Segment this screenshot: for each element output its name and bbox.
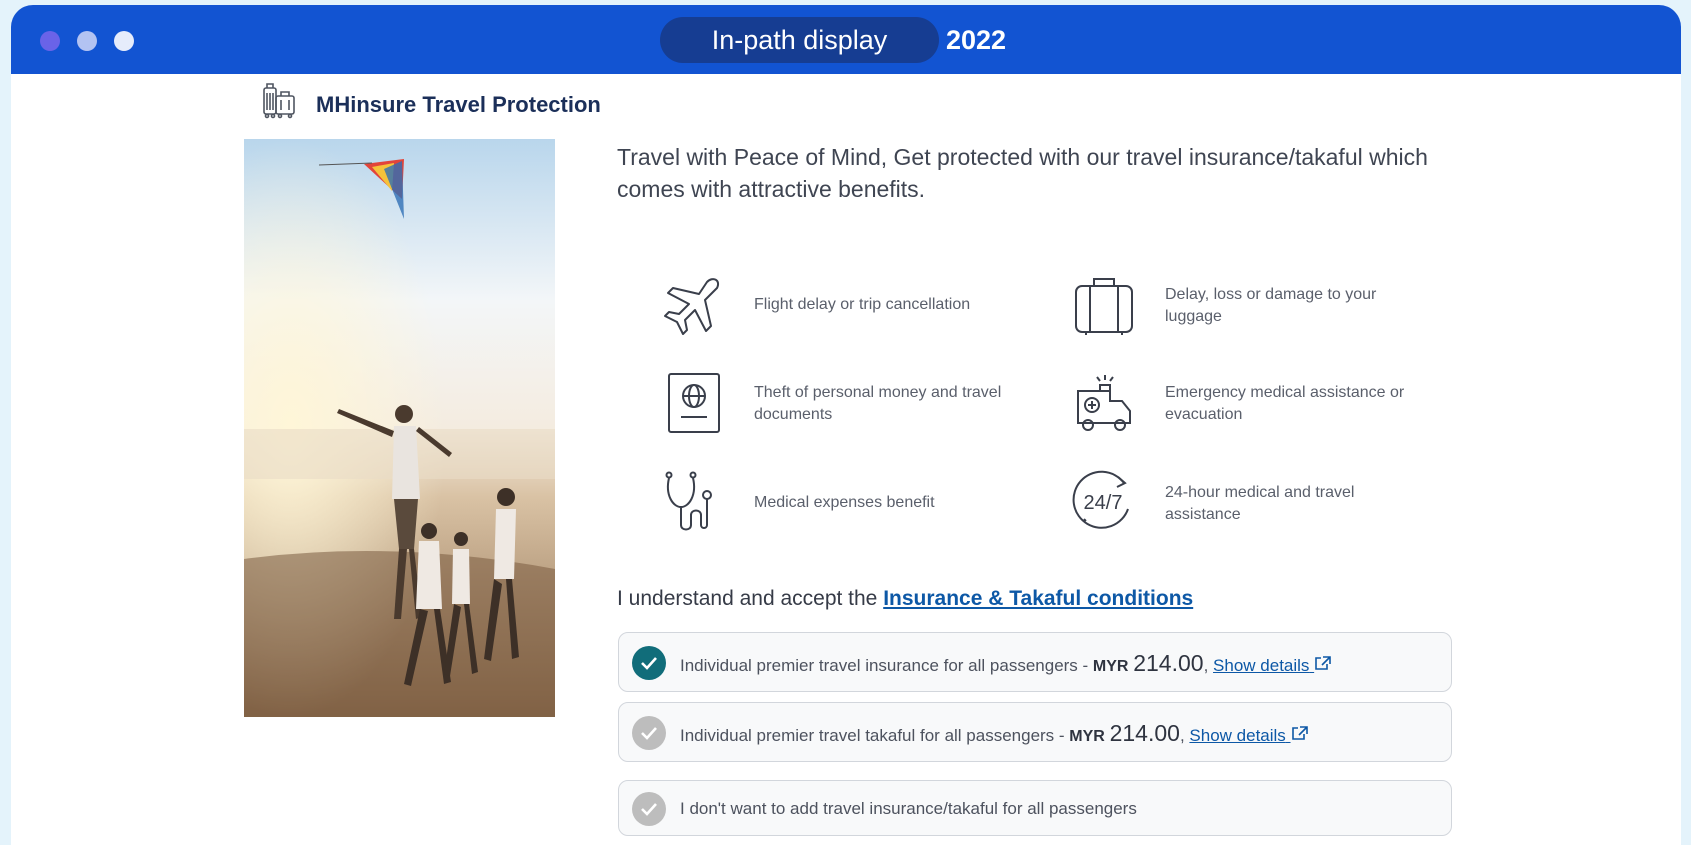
- benefit-text-medical: Medical expenses benefit: [754, 494, 935, 511]
- decline-option[interactable]: I don't want to add travel insurance/tak…: [618, 780, 1452, 836]
- option-label: Individual premier travel insurance for …: [680, 656, 1093, 675]
- brand-title: MHinsure Travel Protection: [316, 92, 601, 117]
- option-separator: ,: [1203, 656, 1214, 675]
- benefit-text-flight: Flight delay or trip cancellation: [754, 296, 971, 313]
- passport-icon: [668, 373, 720, 433]
- option-label: Individual premier travel takaful for al…: [680, 726, 1070, 745]
- option-currency: MYR: [1069, 728, 1105, 745]
- check-icon: [641, 803, 657, 816]
- option-amount: 214.00: [1109, 720, 1180, 746]
- browser-window: In-path display 2022 MHinsure Travel Pro…: [11, 5, 1681, 845]
- insurance-option[interactable]: Individual premier travel insurance for …: [618, 632, 1452, 692]
- title-bar: In-path display 2022: [11, 5, 1681, 74]
- conditions-link[interactable]: Insurance & Takaful conditions: [883, 587, 1193, 610]
- show-details-label: Show details: [1213, 656, 1310, 675]
- show-details-link[interactable]: Show details: [1213, 656, 1332, 675]
- header-title-pill: In-path display: [660, 17, 939, 63]
- radio-unselected[interactable]: [632, 716, 666, 750]
- takaful-option[interactable]: Individual premier travel takaful for al…: [618, 702, 1452, 762]
- radio-selected[interactable]: [632, 646, 666, 680]
- window-dot-2: [77, 31, 97, 51]
- header-year: 2022: [946, 25, 1007, 55]
- suitcase-icon: [1075, 278, 1133, 335]
- accept-prefix: I understand and accept the: [617, 587, 878, 610]
- headline: Travel with Peace of Mind, Get protected…: [617, 144, 1428, 202]
- option-separator: ,: [1179, 726, 1190, 745]
- accept-statement: I understand and accept the Insurance & …: [617, 587, 1193, 611]
- insurance-option-text: Individual premier travel insurance for …: [680, 633, 1332, 693]
- benefit-text-emergency: Emergency medical assistance or evacuati…: [1165, 384, 1405, 423]
- benefit-text-theft: Theft of personal money and travel docum…: [754, 384, 1002, 423]
- external-link-icon: [1291, 726, 1308, 740]
- option-amount: 214.00: [1133, 650, 1204, 676]
- benefit-text-assistance: 24-hour medical and travel assistance: [1165, 484, 1355, 523]
- window-dot-1: [40, 31, 60, 51]
- check-icon: [641, 727, 657, 740]
- insurance-section: MHinsure Travel Protection Travel with P…: [11, 74, 1681, 845]
- airplane-icon: [664, 278, 719, 335]
- radio-unselected[interactable]: [632, 792, 666, 826]
- takaful-option-text: Individual premier travel takaful for al…: [680, 703, 1309, 763]
- window-dot-3: [114, 31, 134, 51]
- option-currency: MYR: [1092, 658, 1129, 675]
- show-details-label: Show details: [1189, 726, 1286, 745]
- beach-family-photo: [244, 139, 555, 717]
- decline-option-text: I don't want to add travel insurance/tak…: [680, 799, 1137, 818]
- luggage-icon: [263, 83, 295, 119]
- ambulance-icon: [1077, 375, 1131, 431]
- stethoscope-icon: [665, 471, 712, 531]
- show-details-link[interactable]: Show details: [1189, 726, 1308, 745]
- benefit-text-luggage: Delay, loss or damage to your luggage: [1165, 286, 1377, 325]
- check-icon: [641, 657, 657, 670]
- external-link-icon: [1315, 656, 1331, 670]
- clock-label: 24/7: [1084, 492, 1123, 514]
- clock-24-7-icon: 24/7: [1072, 470, 1129, 529]
